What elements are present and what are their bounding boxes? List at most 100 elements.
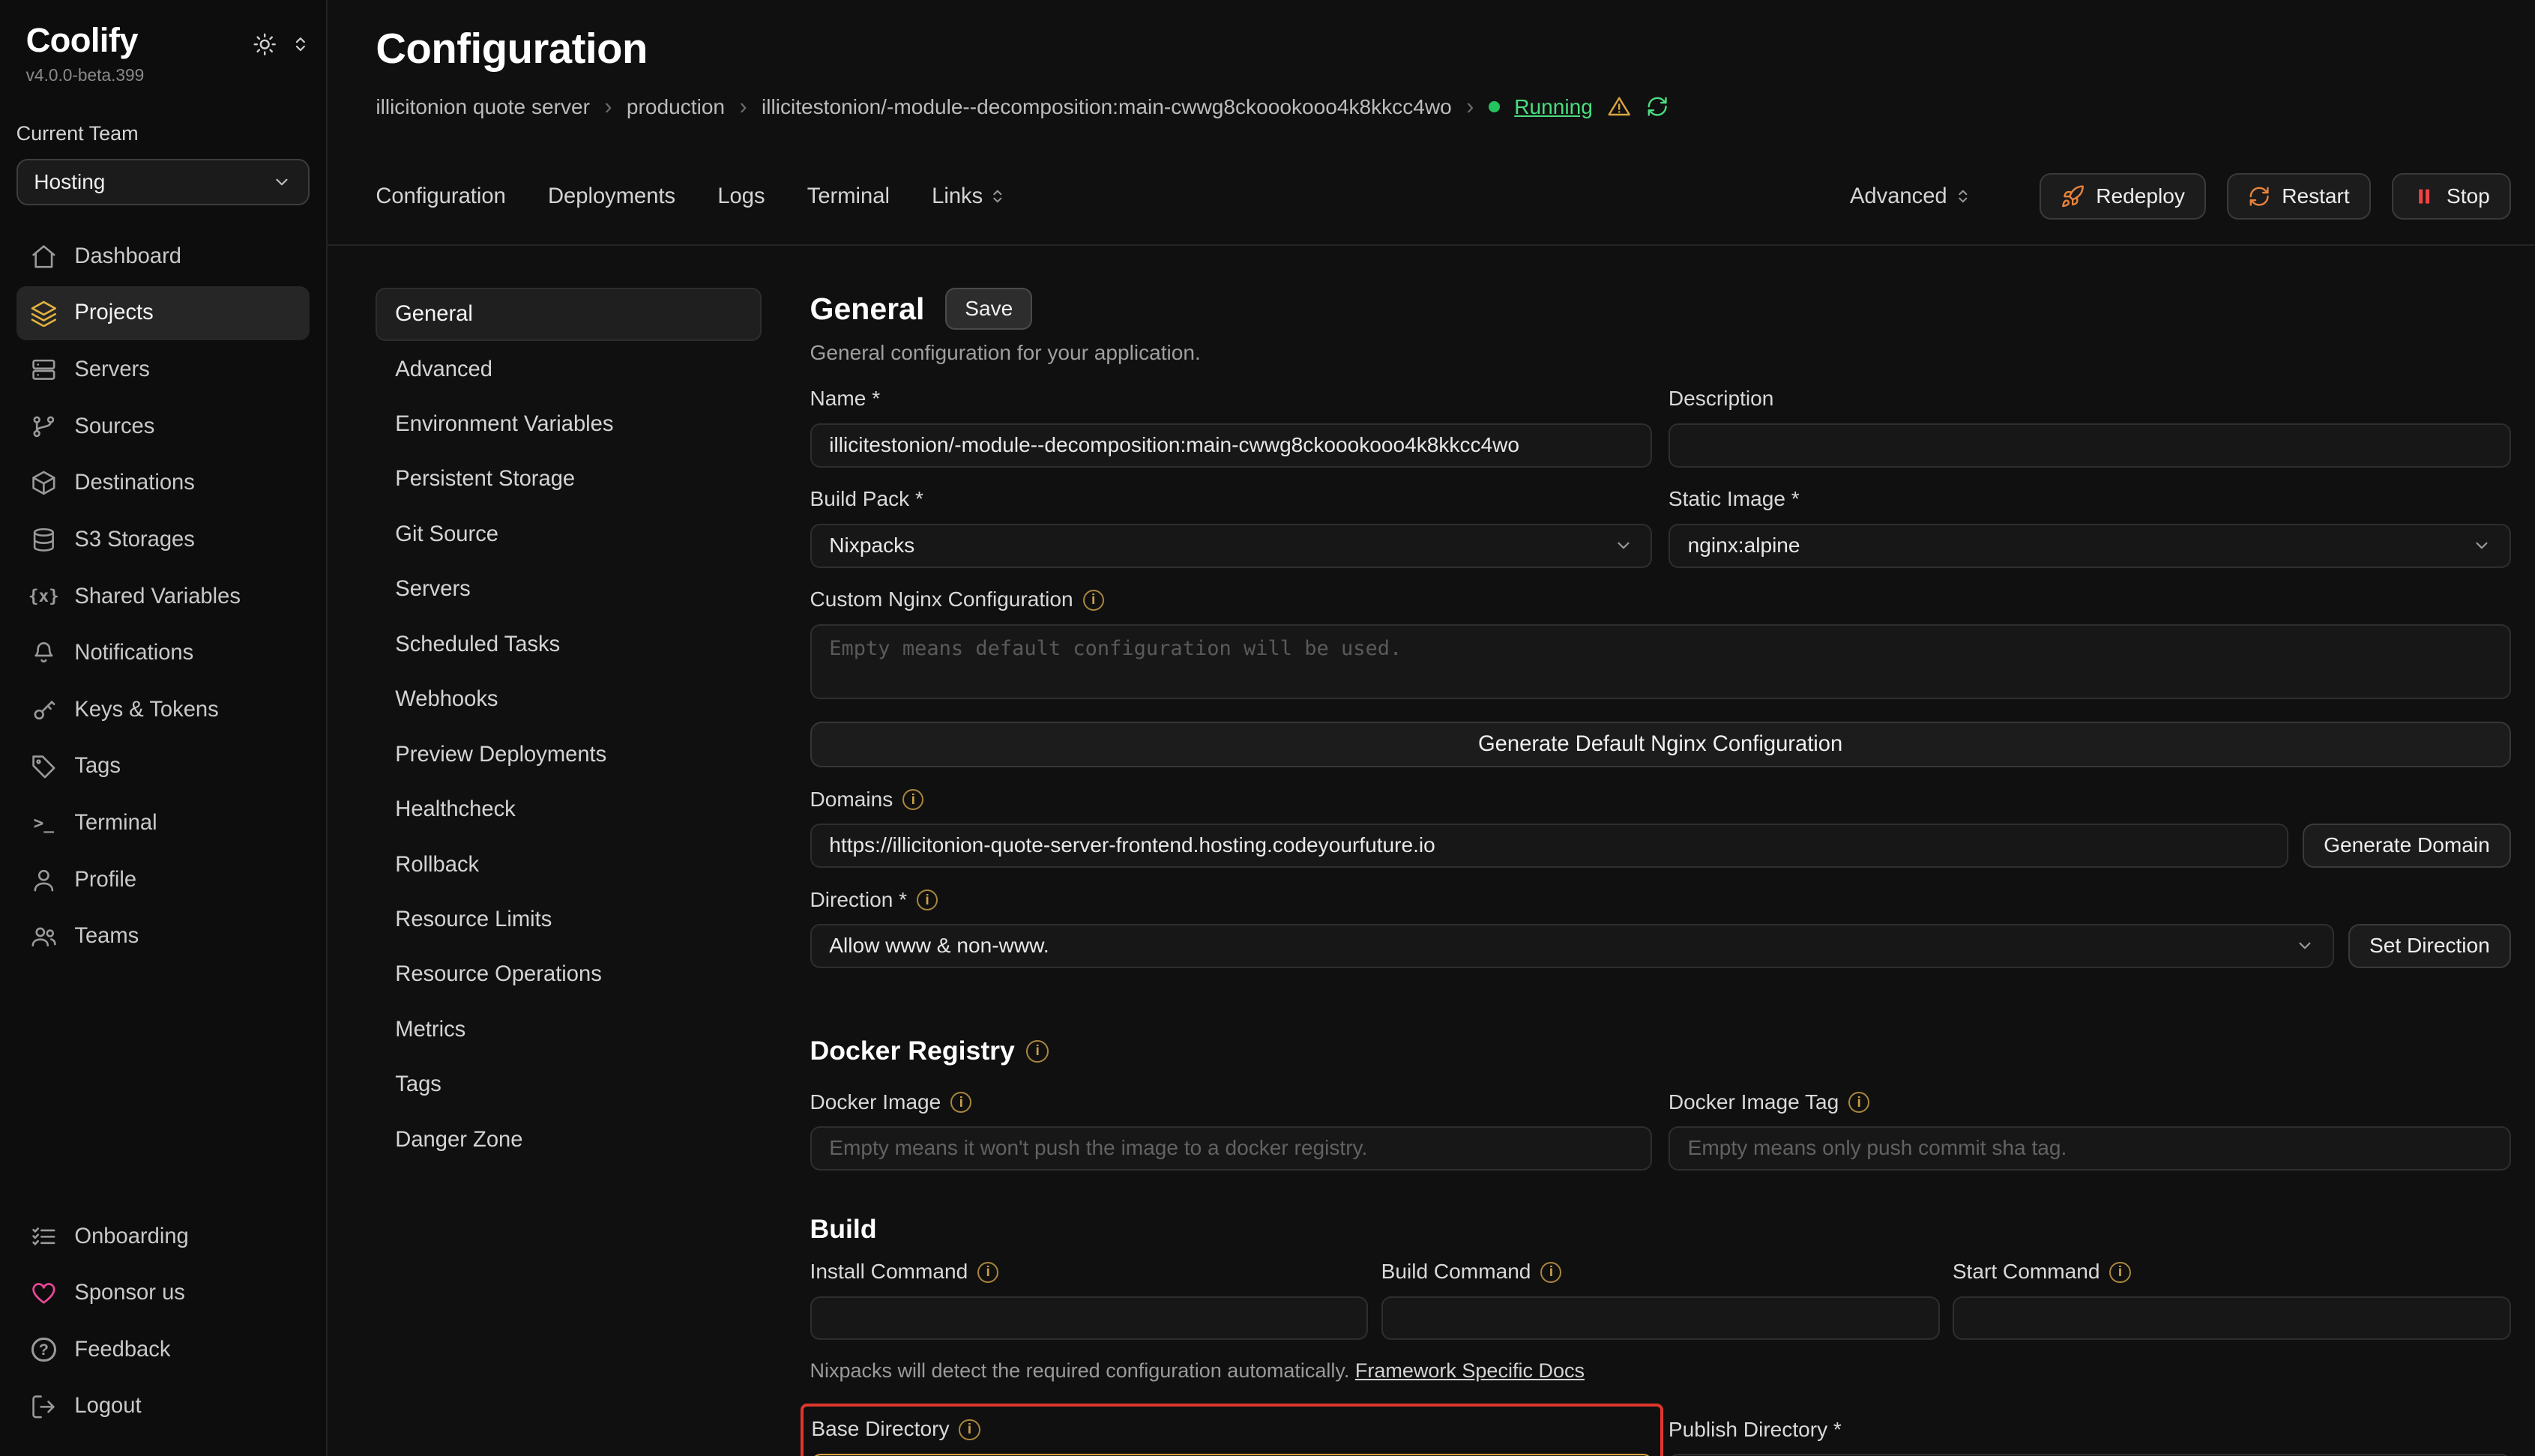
info-icon[interactable] bbox=[917, 889, 938, 910]
sidebar-item-projects[interactable]: Projects bbox=[16, 286, 310, 339]
refresh-icon[interactable] bbox=[1646, 95, 1669, 118]
framework-docs-link[interactable]: Framework Specific Docs bbox=[1355, 1359, 1585, 1382]
stop-button[interactable]: Stop bbox=[2392, 173, 2511, 220]
subnav-item-git-source[interactable]: Git Source bbox=[376, 508, 761, 561]
custom-nginx-textarea[interactable] bbox=[810, 624, 2511, 698]
sidebar-item-feedback[interactable]: Feedback bbox=[16, 1323, 310, 1377]
tab-logs[interactable]: Logs bbox=[717, 184, 765, 209]
name-input[interactable] bbox=[810, 423, 1653, 467]
redeploy-button[interactable]: Redeploy bbox=[2040, 173, 2206, 220]
generate-domain-button[interactable]: Generate Domain bbox=[2303, 824, 2510, 867]
font-size-chevrons-icon[interactable] bbox=[292, 34, 310, 55]
docker-registry-heading-text: Docker Registry bbox=[810, 1036, 1015, 1066]
subnav-item-environment-variables[interactable]: Environment Variables bbox=[376, 398, 761, 451]
sidebar-item-label: Destinations bbox=[74, 471, 194, 495]
sidebar-item-sources[interactable]: Sources bbox=[16, 400, 310, 453]
sidebar-item-shared-variables[interactable]: Shared Variables bbox=[16, 570, 310, 623]
info-icon[interactable] bbox=[1083, 590, 1104, 611]
generate-nginx-button[interactable]: Generate Default Nginx Configuration bbox=[810, 722, 2511, 767]
subnav-item-danger-zone[interactable]: Danger Zone bbox=[376, 1114, 761, 1167]
redeploy-label: Redeploy bbox=[2096, 184, 2185, 208]
tab-links[interactable]: Links bbox=[932, 184, 1005, 209]
build-pack-select[interactable]: Nixpacks bbox=[810, 524, 1653, 567]
info-icon[interactable] bbox=[2109, 1262, 2130, 1283]
subnav-item-resource-operations[interactable]: Resource Operations bbox=[376, 948, 761, 1001]
info-icon[interactable] bbox=[1540, 1262, 1561, 1283]
sidebar-item-destinations[interactable]: Destinations bbox=[16, 456, 310, 510]
breadcrumb-separator bbox=[604, 94, 612, 120]
build-command-input[interactable] bbox=[1381, 1296, 1940, 1340]
subnav-item-servers[interactable]: Servers bbox=[376, 563, 761, 616]
publish-directory-input[interactable] bbox=[1669, 1454, 2511, 1455]
restart-button[interactable]: Restart bbox=[2227, 173, 2371, 220]
content-area: General Advanced Environment Variables P… bbox=[328, 246, 2535, 1456]
sidebar-item-dashboard[interactable]: Dashboard bbox=[16, 230, 310, 283]
static-image-select[interactable]: nginx:alpine bbox=[1669, 524, 2511, 567]
subnav-item-tags[interactable]: Tags bbox=[376, 1058, 761, 1111]
sidebar-item-terminal[interactable]: Terminal bbox=[16, 797, 310, 850]
subnav-item-webhooks[interactable]: Webhooks bbox=[376, 673, 761, 726]
subnav-item-general[interactable]: General bbox=[376, 288, 761, 341]
save-button[interactable]: Save bbox=[945, 288, 1032, 330]
sidebar-item-label: Keys & Tokens bbox=[74, 698, 218, 722]
sidebar-item-keys-tokens[interactable]: Keys & Tokens bbox=[16, 683, 310, 737]
info-icon[interactable] bbox=[1848, 1092, 1869, 1113]
domains-input[interactable] bbox=[810, 824, 2288, 867]
breadcrumb-project[interactable]: illicitonion quote server bbox=[376, 95, 590, 119]
sidebar-item-tags[interactable]: Tags bbox=[16, 740, 310, 793]
restart-icon bbox=[2248, 185, 2270, 208]
sidebar-item-s3-storages[interactable]: S3 Storages bbox=[16, 513, 310, 567]
topbar: Configuration illicitonion quote server … bbox=[328, 0, 2535, 246]
info-icon[interactable] bbox=[950, 1092, 971, 1113]
docker-image-input[interactable] bbox=[810, 1126, 1653, 1170]
sidebar-item-sponsor[interactable]: Sponsor us bbox=[16, 1266, 310, 1320]
sidebar-item-onboarding[interactable]: Onboarding bbox=[16, 1209, 310, 1263]
sidebar-nav: Dashboard Projects Servers Sources Desti… bbox=[16, 230, 310, 964]
team-select[interactable]: Hosting bbox=[16, 159, 310, 206]
description-input[interactable] bbox=[1669, 423, 2511, 467]
breadcrumb-application[interactable]: illicitestonion/-module--decomposition:m… bbox=[762, 95, 1452, 119]
subnav-item-advanced[interactable]: Advanced bbox=[376, 342, 761, 396]
status-running-link[interactable]: Running bbox=[1514, 95, 1593, 119]
home-icon bbox=[29, 242, 58, 271]
theme-sun-icon[interactable] bbox=[253, 32, 277, 56]
start-command-input[interactable] bbox=[1953, 1296, 2511, 1340]
sidebar-item-logout[interactable]: Logout bbox=[16, 1380, 310, 1433]
subnav-item-resource-limits[interactable]: Resource Limits bbox=[376, 893, 761, 946]
checklist-icon bbox=[29, 1222, 58, 1251]
subnav-item-rollback[interactable]: Rollback bbox=[376, 838, 761, 891]
tab-configuration[interactable]: Configuration bbox=[376, 184, 505, 209]
sidebar-item-label: Teams bbox=[74, 924, 139, 949]
info-icon[interactable] bbox=[959, 1419, 980, 1440]
sidebar-item-label: Profile bbox=[74, 868, 136, 892]
pause-icon bbox=[2413, 185, 2435, 208]
info-icon[interactable] bbox=[977, 1262, 998, 1283]
tab-terminal[interactable]: Terminal bbox=[807, 184, 890, 209]
sidebar-item-servers[interactable]: Servers bbox=[16, 343, 310, 396]
base-directory-input[interactable] bbox=[811, 1454, 1652, 1456]
sidebar-item-notifications[interactable]: Notifications bbox=[16, 626, 310, 680]
install-command-input[interactable] bbox=[810, 1296, 1369, 1340]
breadcrumb-environment[interactable]: production bbox=[627, 95, 725, 119]
chevron-down-icon bbox=[272, 172, 292, 192]
sidebar-item-label: Servers bbox=[74, 357, 149, 382]
docker-image-tag-input[interactable] bbox=[1669, 1126, 2511, 1170]
tab-deployments[interactable]: Deployments bbox=[548, 184, 675, 209]
subnav-item-metrics[interactable]: Metrics bbox=[376, 1003, 761, 1057]
direction-select[interactable]: Allow www & non-www. bbox=[810, 924, 2334, 967]
warning-triangle-icon[interactable] bbox=[1607, 94, 1631, 118]
set-direction-button[interactable]: Set Direction bbox=[2348, 924, 2511, 967]
subnav-item-scheduled-tasks[interactable]: Scheduled Tasks bbox=[376, 617, 761, 671]
current-team-label: Current Team bbox=[16, 122, 310, 145]
rocket-icon bbox=[2061, 184, 2085, 208]
info-icon[interactable] bbox=[1026, 1040, 1049, 1063]
key-icon bbox=[29, 695, 58, 725]
subnav-item-persistent-storage[interactable]: Persistent Storage bbox=[376, 453, 761, 506]
subnav-item-preview-deployments[interactable]: Preview Deployments bbox=[376, 728, 761, 781]
domains-label: Domains bbox=[810, 787, 2511, 813]
info-icon[interactable] bbox=[902, 789, 923, 810]
subnav-item-healthcheck[interactable]: Healthcheck bbox=[376, 783, 761, 836]
sidebar-item-teams[interactable]: Teams bbox=[16, 910, 310, 963]
advanced-dropdown[interactable]: Advanced bbox=[1850, 184, 1971, 209]
sidebar-item-profile[interactable]: Profile bbox=[16, 854, 310, 907]
